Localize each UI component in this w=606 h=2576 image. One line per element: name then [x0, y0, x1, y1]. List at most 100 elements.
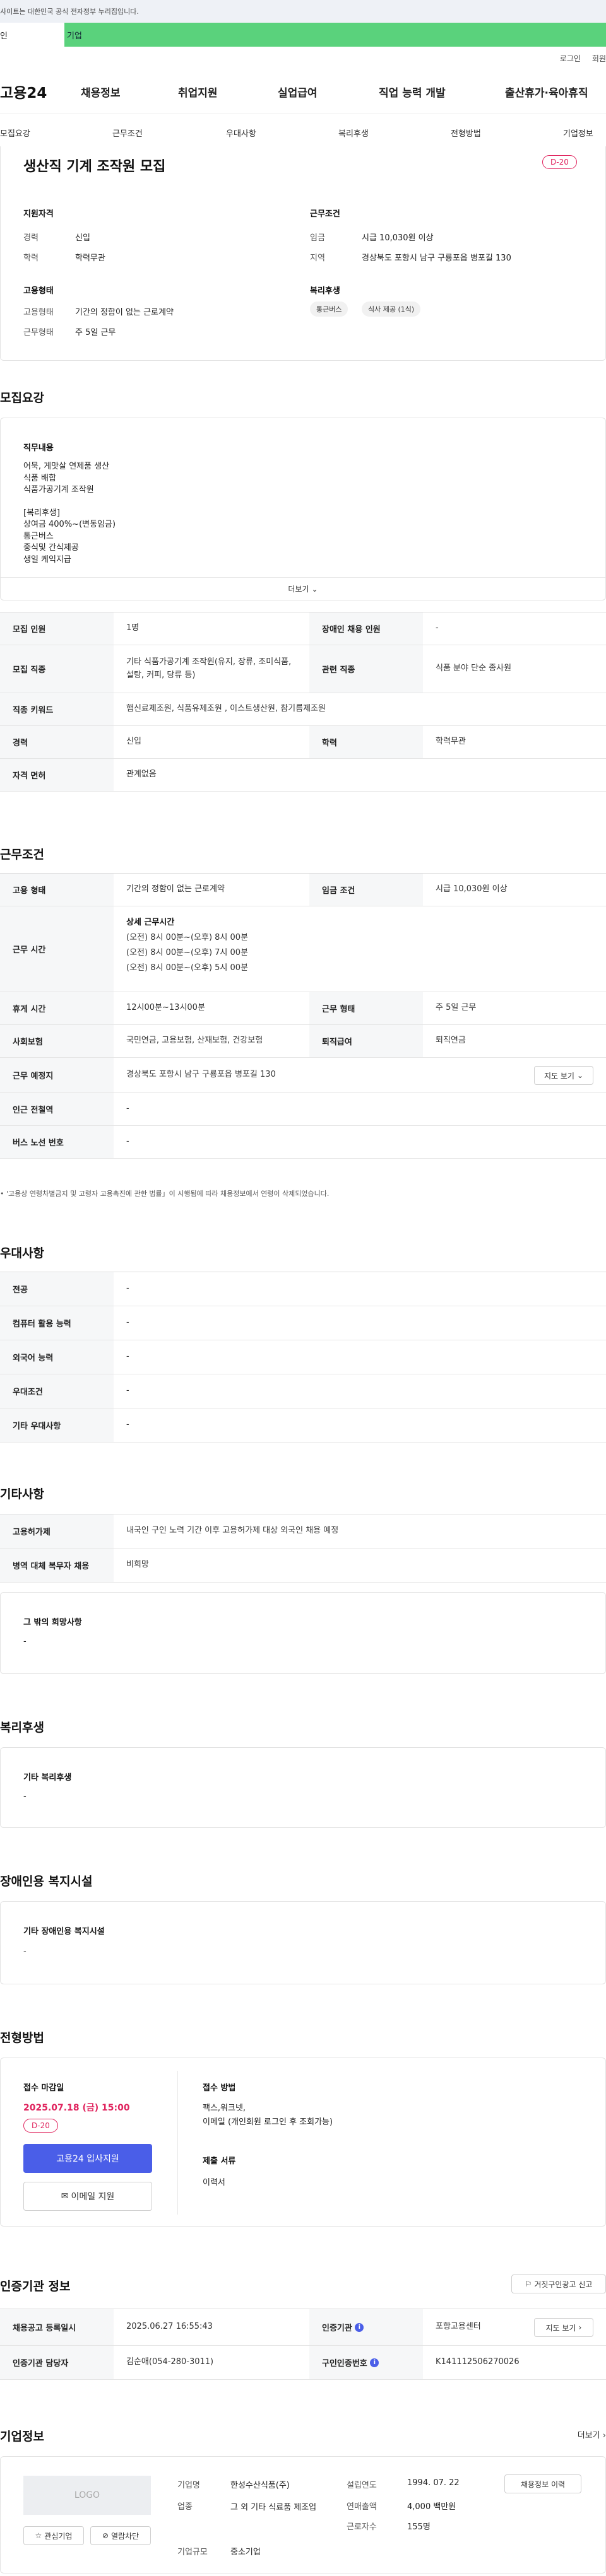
- company-title: 기업정보: [0, 2430, 44, 2444]
- job-history-button[interactable]: 채용정보 이력: [504, 2474, 581, 2493]
- job-line: 식품가공기계 조작원: [23, 485, 94, 495]
- favorite-company-button[interactable]: ☆ 관심기업: [23, 2526, 84, 2545]
- table-row: 우대조건 -: [0, 1374, 606, 1408]
- row-value: 포항고용센터: [436, 2322, 481, 2332]
- dday-badge: D-20: [23, 2119, 58, 2133]
- etc-box: 그 밖의 희망사항 -: [0, 1592, 606, 1674]
- company-sales-label: 연매출액: [347, 2502, 377, 2512]
- job-line: 식품 배합: [23, 473, 56, 483]
- util-links: 로그인 회원: [0, 47, 606, 69]
- table-row: 전공 -: [0, 1272, 606, 1306]
- row-value: 비희망: [126, 1560, 149, 1570]
- agency-map-button[interactable]: 지도 보기 ›: [534, 2318, 593, 2337]
- row-value: 김순애(054-280-3011): [126, 2357, 214, 2367]
- recruit-table: 모집 인원 1명 장애인 채용 인원 - 모집 직종 기타 식품가공기계 조작원…: [0, 612, 606, 792]
- row-value: -: [126, 1104, 129, 1114]
- menu-benefit[interactable]: 실업급여: [278, 84, 318, 100]
- info-icon[interactable]: i: [370, 2358, 379, 2367]
- etc-box-title: 그 밖의 희망사항: [23, 1618, 82, 1627]
- row-value: 신입: [126, 737, 141, 747]
- method-value: 팩스,워크넷,: [203, 2104, 246, 2113]
- row-value: -: [126, 1420, 129, 1430]
- table-row: 병역 대체 복무자 채용 비희망: [0, 1549, 606, 1583]
- company-logo: LOGO: [23, 2476, 151, 2515]
- map-button[interactable]: 지도 보기 ⌄: [534, 1066, 593, 1085]
- menu-training[interactable]: 직업 능력 개발: [379, 84, 446, 100]
- job-line: [23, 496, 116, 508]
- welfare-box-value: -: [23, 1792, 27, 1801]
- row-header: 휴게 시간: [0, 992, 114, 1024]
- row-header: 인근 전철역: [0, 1093, 114, 1125]
- wage-value: 시급 10,030원 이상: [362, 233, 434, 243]
- row-header: 인증기관 i: [309, 2309, 423, 2345]
- hours-detail: 상세 근무시간 (오전) 8시 00분~(오후) 8시 00분 (오전) 8시 …: [126, 915, 248, 976]
- signup-link[interactable]: 회원: [592, 53, 606, 64]
- row-value: 학력무관: [436, 737, 466, 747]
- page-title: 생산직 기계 조작원 모집: [23, 159, 166, 175]
- subnav-work[interactable]: 근무조건: [112, 127, 143, 139]
- etc-table: 고용허가제 내국인 구인 노력 기간 이후 고용허가제 대상 외국인 채용 예정…: [0, 1514, 606, 1583]
- tab-person[interactable]: 인: [0, 23, 64, 47]
- table-row: 고용 형태 기간의 정함이 없는 근로계약 임금 조건 시급 10,030원 이…: [0, 874, 606, 906]
- welfare-box: 기타 복리후생 -: [0, 1747, 606, 1828]
- block-label: 열람차단: [110, 2531, 140, 2541]
- report-button[interactable]: ⚐ 거짓구인광고 신고: [511, 2274, 606, 2293]
- menu-employment[interactable]: 취업지원: [178, 84, 218, 100]
- row-header: 고용허가제: [0, 1514, 114, 1548]
- subnav-company[interactable]: 기업정보: [563, 127, 593, 139]
- map-button-label: 지도 보기: [545, 2323, 576, 2333]
- star-icon: ☆: [35, 2531, 42, 2540]
- tab-company[interactable]: 기업: [64, 23, 606, 47]
- report-label: 거짓구인광고 신고: [534, 2280, 593, 2289]
- row-header: 장애인 채용 인원: [309, 612, 423, 645]
- chevron-down-icon: ⌄: [576, 1071, 584, 1080]
- age-note: • '고용상 연령차별금지 및 고령자 고용촉진에 관한 법률」이 시행됨에 따…: [0, 1190, 330, 1198]
- site-logo[interactable]: 고용24: [0, 81, 47, 102]
- chevron-right-icon: ›: [602, 2431, 606, 2440]
- emptype-value: 기간의 정함이 없는 근로계약: [75, 308, 174, 317]
- info-icon[interactable]: i: [355, 2322, 364, 2332]
- cond-heading: 근무조건: [310, 209, 340, 219]
- login-link[interactable]: 로그인: [560, 53, 581, 64]
- area-value: 경상북도 포항시 남구 구룡포읍 병포길 130: [362, 254, 511, 263]
- table-row: 직종 키워드 햄신료제조원, 식품유제조원 , 이스트생산원, 참기름제조원: [0, 693, 606, 726]
- row-value: 주 5일 근무: [436, 1003, 477, 1013]
- hours-line: (오전) 8시 00분~(오후) 5시 00분: [126, 963, 249, 973]
- job-line: 중식및 간식제공: [23, 543, 79, 553]
- email-apply-button[interactable]: ✉ 이메일 지원: [23, 2182, 152, 2211]
- block-company-button[interactable]: ⊘ 열람차단: [90, 2526, 151, 2545]
- company-more-link[interactable]: 더보기 ›: [578, 2428, 606, 2440]
- company-type-label: 업종: [177, 2502, 193, 2512]
- menu-jobs[interactable]: 채용정보: [81, 84, 121, 100]
- table-row: 모집 인원 1명 장애인 채용 인원 -: [0, 612, 606, 645]
- method-value: 이메일 (개인회원 로그인 후 조회가능): [203, 2117, 333, 2127]
- age-note-text: '고용상 연령차별금지 및 고령자 고용촉진에 관한 법률」이 시행됨에 따라 …: [6, 1190, 330, 1198]
- job-line: 생일 케익지급: [23, 554, 71, 565]
- more-button[interactable]: 더보기 ⌄: [1, 577, 605, 600]
- row-header: 고용 형태: [0, 874, 114, 906]
- row-value: 내국인 구인 노력 기간 이후 고용허가제 대상 외국인 채용 예정: [126, 1526, 339, 1536]
- subnav-welfare[interactable]: 복리후생: [338, 127, 369, 139]
- table-row: 인증기관 담당자 김순애(054-280-3011) 구인인증번호 i K141…: [0, 2346, 606, 2380]
- welfare-chip: 식사 제공 (1식): [362, 302, 421, 317]
- company-name-label: 기업명: [177, 2481, 200, 2490]
- cert-table: 채용공고 등록일시 2025.06.27 16:55:43 인증기관 i 포항고…: [0, 2309, 606, 2380]
- table-row: 자격 면허 관계없음: [0, 759, 606, 792]
- job-line: 상여금 400%~(변동임금): [23, 520, 116, 529]
- row-value: -: [126, 1352, 129, 1362]
- company-name-value: 한성수산식품(주): [230, 2481, 290, 2490]
- welfare-title: 복리후생: [0, 1721, 44, 1735]
- job-desc-text: 어묵, 게맛살 연제품 생산 식품 배합 식품가공기계 조작원 [복리후생] 상…: [23, 461, 116, 566]
- menu-leave[interactable]: 출산휴가·육아휴직: [505, 84, 588, 100]
- subnav-pref[interactable]: 우대사항: [226, 127, 256, 139]
- audience-tabs: 인 기업: [0, 23, 606, 47]
- table-row: 고용허가제 내국인 구인 노력 기간 이후 고용허가제 대상 외국인 채용 예정: [0, 1514, 606, 1549]
- summary-card: 생산직 기계 조작원 모집 D-20 지원자격 경력 신입 학력 학력무관 근무…: [0, 146, 606, 361]
- row-value: -: [126, 1284, 129, 1294]
- area-label: 지역: [310, 254, 325, 263]
- row-header: 임금 조건: [309, 874, 423, 906]
- subnav-apply[interactable]: 전형방법: [451, 127, 481, 139]
- apply-button[interactable]: 고용24 입사지원: [23, 2144, 152, 2173]
- subnav-recruit[interactable]: 모집요강: [0, 127, 30, 139]
- disab-title: 장애인용 복지시설: [0, 1875, 93, 1888]
